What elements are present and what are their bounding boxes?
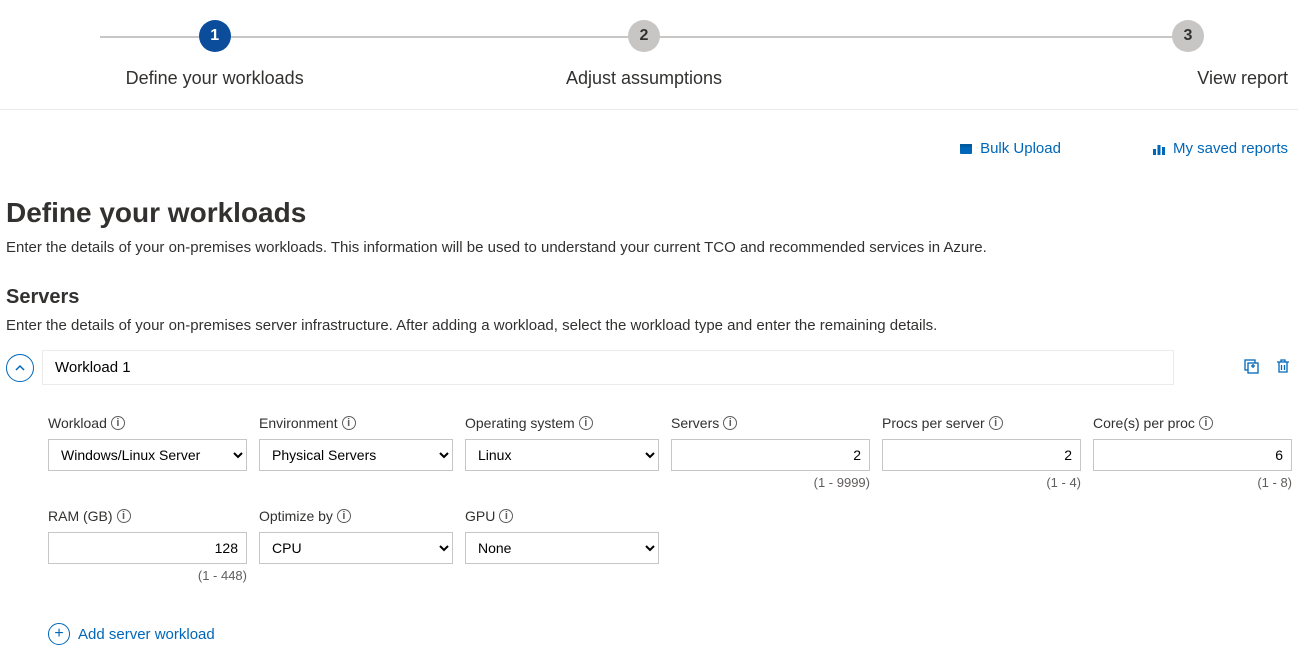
servers-label: Servers [671,415,719,431]
field-workload: Workload i Windows/Linux Server [48,415,247,490]
step-1-label: Define your workloads [126,68,304,89]
info-icon[interactable]: i [111,416,125,430]
field-os: Operating system i Linux [465,415,659,490]
environment-select[interactable]: Physical Servers [259,439,453,471]
optimize-label: Optimize by [259,508,333,524]
trash-icon [1274,357,1292,375]
page-title: Define your workloads [6,197,1292,229]
gpu-select[interactable]: None [465,532,659,564]
duplicate-button[interactable] [1242,357,1260,378]
upload-icon [958,141,974,157]
workload-row [6,350,1292,385]
fields-grid: Workload i Windows/Linux Server Environme… [48,415,1292,583]
step-2-circle: 2 [628,20,660,52]
field-optimize: Optimize by i CPU [259,508,453,583]
top-links: Bulk Upload My saved reports [0,110,1298,157]
servers-title: Servers [6,286,1292,309]
workload-label: Workload [48,415,107,431]
saved-reports-label: My saved reports [1173,140,1288,157]
optimize-select[interactable]: CPU [259,532,453,564]
field-cores: Core(s) per proc i (1 - 8) [1093,415,1292,490]
servers-desc: Enter the details of your on-premises se… [6,317,1292,334]
content: Define your workloads Enter the details … [0,157,1298,665]
os-select[interactable]: Linux [465,439,659,471]
cores-hint: (1 - 8) [1093,475,1292,490]
os-label: Operating system [465,415,575,431]
add-workload-label: Add server workload [78,626,215,643]
info-icon[interactable]: i [1199,416,1213,430]
saved-reports-link[interactable]: My saved reports [1151,140,1288,157]
field-gpu: GPU i None [465,508,659,583]
gpu-label: GPU [465,508,495,524]
plus-icon: + [48,623,70,645]
page-desc: Enter the details of your on-premises wo… [6,239,1292,256]
info-icon[interactable]: i [337,509,351,523]
stepper: 1 Define your workloads 2 Adjust assumpt… [0,0,1298,110]
step-1[interactable]: 1 Define your workloads [0,20,429,89]
collapse-button[interactable] [6,354,34,382]
workload-select[interactable]: Windows/Linux Server [48,439,247,471]
info-icon[interactable]: i [989,416,1003,430]
ram-input[interactable] [48,532,247,564]
copy-icon [1242,357,1260,375]
procs-label: Procs per server [882,415,985,431]
field-environment: Environment i Physical Servers [259,415,453,490]
step-3-label: View report [1197,68,1288,89]
delete-button[interactable] [1274,357,1292,378]
step-1-circle: 1 [199,20,231,52]
step-2-label: Adjust assumptions [566,68,722,89]
step-3-circle: 3 [1172,20,1204,52]
field-servers: Servers i (1 - 9999) [671,415,870,490]
field-ram: RAM (GB) i (1 - 448) [48,508,247,583]
info-icon[interactable]: i [579,416,593,430]
cores-label: Core(s) per proc [1093,415,1195,431]
ram-label: RAM (GB) [48,508,113,524]
workload-name-input[interactable] [42,350,1174,385]
bulk-upload-label: Bulk Upload [980,140,1061,157]
cores-input[interactable] [1093,439,1292,471]
info-icon[interactable]: i [499,509,513,523]
procs-input[interactable] [882,439,1081,471]
info-icon[interactable]: i [117,509,131,523]
ram-hint: (1 - 448) [48,568,247,583]
chevron-up-icon [14,362,26,374]
step-2[interactable]: 2 Adjust assumptions [429,20,858,89]
bar-chart-icon [1151,141,1167,157]
servers-input[interactable] [671,439,870,471]
environment-label: Environment [259,415,338,431]
info-icon[interactable]: i [723,416,737,430]
procs-hint: (1 - 4) [882,475,1081,490]
workload-actions [1182,357,1292,378]
bulk-upload-link[interactable]: Bulk Upload [958,140,1061,157]
servers-hint: (1 - 9999) [671,475,870,490]
info-icon[interactable]: i [342,416,356,430]
step-3[interactable]: 3 View report [859,20,1298,89]
field-procs: Procs per server i (1 - 4) [882,415,1081,490]
add-server-workload-button[interactable]: + Add server workload [48,623,215,645]
